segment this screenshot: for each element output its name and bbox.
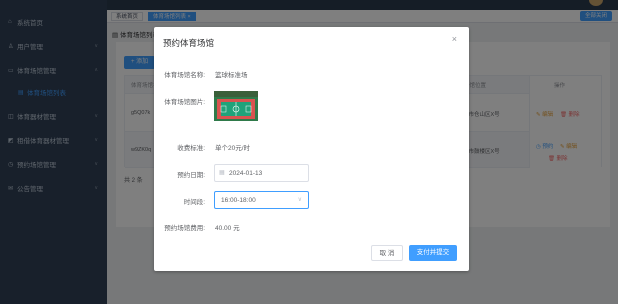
cancel-button[interactable]: 取 消 [371,245,403,261]
fee-label: 收费标准: [177,145,205,152]
date-label: 预约日期: [177,172,205,179]
fee-value: 单个20元/时 [215,145,251,152]
cost-label: 预约场馆费用: [164,225,205,232]
time-slot-label: 时间段: [183,199,205,206]
close-icon[interactable]: × [452,34,457,44]
booking-dialog: 预约体育场馆 × 体育场馆名称: 篮球标准场 体育场馆图片: 收费标准: 单个2… [154,27,469,271]
chevron-down-icon: ∨ [297,197,302,203]
pay-submit-button[interactable]: 支付并提交 [409,245,457,261]
time-slot-select[interactable]: 16:00-18:00 ∨ [214,191,309,209]
date-value: 2024-01-13 [229,170,263,177]
dialog-title: 预约体育场馆 [163,38,215,48]
venue-image-label: 体育场馆图片: [164,99,205,106]
calendar-icon: ▦ [219,170,225,176]
cost-value: 40.00 元 [215,225,240,232]
venue-name-value: 篮球标准场 [215,72,248,79]
time-slot-value: 16:00-18:00 [221,197,256,204]
basketball-court-image [214,91,258,121]
venue-name-label: 体育场馆名称: [164,72,205,79]
date-picker[interactable]: ▦ 2024-01-13 [214,164,309,182]
venue-image [214,91,258,121]
